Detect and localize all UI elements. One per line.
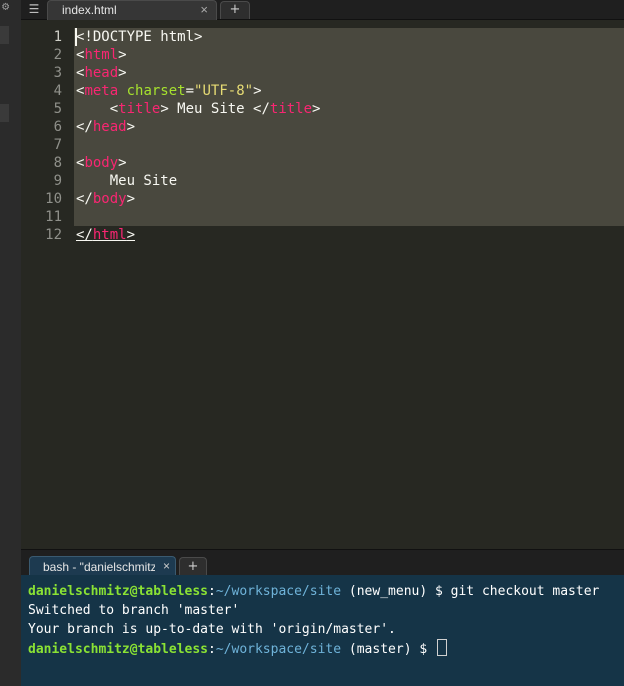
code-line: </html>: [76, 227, 136, 243]
sidebar-handle[interactable]: [0, 26, 9, 44]
code-line: </body>: [76, 191, 136, 207]
tab-label: bash - "danielschmitz: [43, 560, 155, 574]
line-number: 9: [53, 173, 62, 189]
line-number: 4: [53, 83, 62, 99]
terminal-cursor: [437, 639, 447, 656]
tab-index-html[interactable]: index.html ×: [47, 0, 217, 20]
code-line: <html>: [76, 47, 127, 63]
code-line: </head>: [76, 119, 136, 135]
code-line: <title> Meu Site </title>: [109, 101, 321, 117]
code-line: <meta charset="UTF-8">: [76, 83, 262, 99]
tab-label: index.html: [62, 3, 117, 17]
editor-tab-bar: ☰ index.html × +: [21, 0, 624, 20]
terminal-line: Your branch is up-to-date with 'origin/m…: [28, 622, 396, 637]
list-icon[interactable]: ☰: [25, 1, 43, 17]
line-number: 7: [53, 137, 62, 153]
new-tab-button[interactable]: +: [220, 1, 250, 19]
left-sidebar-strip[interactable]: ⚙: [0, 0, 22, 686]
line-number-gutter: 1 2 3 4 5 6 7 8 9 10 11 12: [21, 20, 72, 549]
text-selection: [74, 28, 624, 226]
terminal-prompt-line[interactable]: danielschmitz@tableless:~/workspace/site…: [28, 639, 447, 659]
close-icon[interactable]: ×: [200, 2, 208, 17]
code-line: <head>: [76, 65, 127, 81]
line-number: 12: [45, 227, 62, 243]
code-editor[interactable]: 1 2 3 4 5 6 7 8 9 10 11 12 <!DOCTYPE htm…: [21, 20, 624, 549]
code-line: <body>: [76, 155, 127, 171]
close-icon[interactable]: ×: [163, 559, 170, 573]
terminal-line: Switched to branch 'master': [28, 603, 240, 618]
line-number: 8: [53, 155, 62, 171]
line-number: 10: [45, 191, 62, 207]
tab-bash[interactable]: bash - "danielschmitz ×: [29, 556, 176, 577]
line-number: 11: [45, 209, 62, 225]
gear-icon[interactable]: ⚙: [2, 0, 9, 12]
code-line: <!DOCTYPE html>: [76, 29, 203, 45]
sidebar-handle[interactable]: [0, 104, 9, 122]
line-number: 3: [53, 65, 62, 81]
terminal-panel[interactable]: danielschmitz@tableless:~/workspace/site…: [21, 575, 624, 686]
code-line: Meu Site: [76, 173, 178, 189]
line-number: 6: [53, 119, 62, 135]
line-number: 2: [53, 47, 62, 63]
line-number: 5: [53, 101, 62, 117]
new-terminal-button[interactable]: +: [179, 557, 207, 576]
line-number: 1: [53, 29, 62, 45]
terminal-tab-bar: bash - "danielschmitz × +: [21, 549, 624, 577]
terminal-line: danielschmitz@tableless:~/workspace/site…: [28, 584, 600, 599]
